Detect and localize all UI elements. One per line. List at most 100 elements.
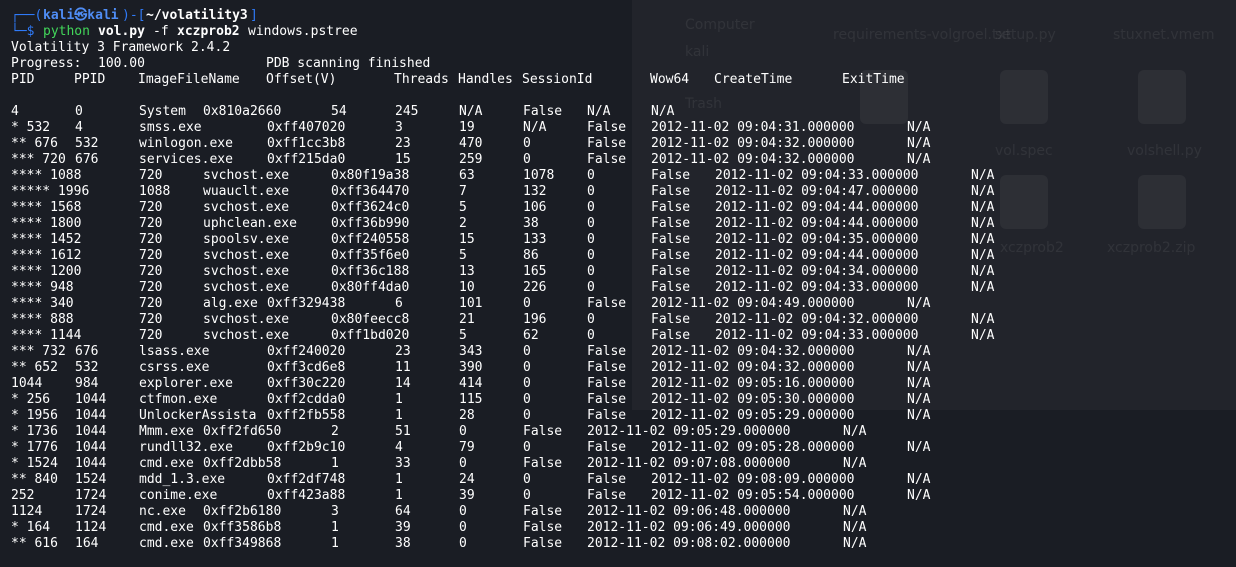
- cell-createtime: 2012-11-02 09:08:09.000000: [651, 472, 855, 487]
- header-handles: Handles: [458, 72, 513, 87]
- cell-handles: 79: [459, 440, 475, 455]
- table-row: **** 1800 720 uphclean.exe 0xff36b990 2 38 0 Fa…: [0, 216, 1236, 232]
- cell-pid: **** 1088: [11, 168, 82, 183]
- cell-wow64: False: [587, 472, 627, 487]
- cell-exittime: N/A: [843, 520, 867, 535]
- table-row: **** 1568 720 svchost.exe 0xff3624c0 5 106 0 Fa…: [0, 200, 1236, 216]
- cell-image: svchost.exe: [203, 248, 290, 263]
- cell-handles: 245: [395, 104, 419, 119]
- cell-pid: ** 652: [11, 360, 58, 375]
- cell-exittime: N/A: [971, 248, 995, 263]
- cell-wow64: False: [587, 296, 627, 311]
- cell-offset: 0xff2df748: [267, 472, 346, 487]
- cell-image: rundll32.exe: [139, 440, 233, 455]
- table-row: *** 720 676 services.exe 0xff215da0 15 259 0 Fa…: [0, 152, 1236, 168]
- cell-createtime: 2012-11-02 09:05:29.000000: [587, 424, 791, 439]
- cell-session: 0: [523, 472, 531, 487]
- cell-ppid: 1044: [75, 408, 107, 423]
- cell-handles: 470: [459, 136, 483, 151]
- cell-exittime: N/A: [971, 328, 995, 343]
- cell-wow64: False: [587, 376, 627, 391]
- table-row: **** 888 720 svchost.exe 0x80feecc8 21 196 0 Fa…: [0, 312, 1236, 328]
- cell-pid: **** 1452: [11, 232, 82, 247]
- cell-threads: 1: [331, 536, 339, 551]
- command-script: vol.py: [98, 24, 145, 39]
- cell-wow64: False: [587, 360, 627, 375]
- cell-image: UnlockerAssista: [139, 408, 257, 423]
- cell-offset: 0x810a2660: [203, 104, 282, 119]
- cell-threads: 1: [331, 456, 339, 471]
- cell-image: wuauclt.exe: [203, 184, 290, 199]
- cell-wow64: False: [651, 312, 691, 327]
- cell-threads: 7: [459, 184, 467, 199]
- cell-exittime: N/A: [907, 392, 931, 407]
- cell-ppid: 720: [139, 232, 163, 247]
- cell-session: 0: [587, 312, 595, 327]
- cell-image: svchost.exe: [203, 312, 290, 327]
- cell-session: 0: [459, 424, 467, 439]
- cell-createtime: 2012-11-02 09:04:34.000000: [715, 264, 919, 279]
- table-row: **** 1200 720 svchost.exe 0xff36c188 13 165 0 F…: [0, 264, 1236, 280]
- cell-pid: **** 888: [11, 312, 74, 327]
- cell-threads: 23: [395, 136, 411, 151]
- cell-handles: 64: [395, 504, 411, 519]
- cell-offset: 0x80feecc8: [331, 312, 410, 327]
- cell-offset: 0xff1bd020: [331, 328, 410, 343]
- cell-offset: 0xff2cdda0: [267, 392, 346, 407]
- cell-ppid: 720: [139, 264, 163, 279]
- cell-wow64: False: [523, 456, 563, 471]
- terminal-window[interactable]: ┌──( kali㉿kali )-[ ~/volatility3 ] └─$ p…: [0, 0, 1236, 567]
- table-row: ** 652 532 csrss.exe 0xff3cd6e8 11 390 0 False 2…: [0, 360, 1236, 376]
- cell-wow64: False: [587, 440, 627, 455]
- table-row: * 256 1044 ctfmon.exe 0xff2cdda0 1 115 0 False 2…: [0, 392, 1236, 408]
- cell-offset: 0xff3624c0: [331, 200, 410, 215]
- cell-ppid: 1724: [75, 488, 107, 503]
- table-row: 1044 984 explorer.exe 0xff30c220 14 414 0 False…: [0, 376, 1236, 392]
- cell-offset: 0xff30c220: [267, 376, 346, 391]
- cell-offset: 0xff2b9c10: [267, 440, 346, 455]
- cell-pid: ** 616: [11, 536, 58, 551]
- cell-threads: 2: [459, 216, 467, 231]
- cell-pid: * 256: [11, 392, 51, 407]
- command-python: python: [43, 24, 90, 39]
- table-row: **** 1612 720 svchost.exe 0xff35f6e0 5 86 0 Fal…: [0, 248, 1236, 264]
- cell-pid: 1124: [11, 504, 43, 519]
- cell-handles: 86: [523, 248, 539, 263]
- cell-handles: 51: [395, 424, 411, 439]
- command-line[interactable]: └─$ python vol.py -f xczprob2 windows.ps…: [0, 24, 1236, 40]
- cell-image: svchost.exe: [203, 264, 290, 279]
- header-threads: Threads: [394, 72, 449, 87]
- header-pid: PID: [11, 72, 35, 87]
- cell-offset: 0xff407020: [267, 120, 346, 135]
- prompt-box-bottom: └─$: [11, 24, 35, 39]
- cell-createtime: 2012-11-02 09:05:54.000000: [651, 488, 855, 503]
- cell-createtime: 2012-11-02 09:04:31.000000: [651, 120, 855, 135]
- cell-createtime: 2012-11-02 09:04:44.000000: [715, 248, 919, 263]
- cell-exittime: N/A: [907, 136, 931, 151]
- cell-wow64: False: [587, 488, 627, 503]
- cell-createtime: 2012-11-02 09:04:47.000000: [715, 184, 919, 199]
- cell-wow64: False: [587, 344, 627, 359]
- cell-pid: **** 1800: [11, 216, 82, 231]
- cell-session: 0: [587, 216, 595, 231]
- cell-exittime: N/A: [971, 312, 995, 327]
- cell-wow64: False: [523, 424, 563, 439]
- cell-offset: 0xff2fd650: [203, 424, 282, 439]
- cell-offset: 0xff3586b8: [203, 520, 282, 535]
- cell-wow64: False: [651, 216, 691, 231]
- cell-session: 0: [523, 376, 531, 391]
- cell-ppid: 1044: [75, 424, 107, 439]
- cell-wow64: False: [523, 536, 563, 551]
- cell-wow64: False: [523, 520, 563, 535]
- cell-offset: 0xff1cc3b8: [267, 136, 346, 151]
- cell-image: smss.exe: [139, 120, 202, 135]
- cell-threads: 4: [395, 440, 403, 455]
- table-row: * 532 4 smss.exe 0xff407020 3 19 N/A False 2012-…: [0, 120, 1236, 136]
- cell-session: 0: [523, 136, 531, 151]
- cell-image: cmd.exe: [139, 456, 194, 471]
- cell-threads: 23: [395, 344, 411, 359]
- scan-status: PDB scanning finished: [266, 56, 431, 71]
- cell-image: svchost.exe: [203, 280, 290, 295]
- cell-handles: 115: [459, 392, 483, 407]
- cell-session: 0: [587, 328, 595, 343]
